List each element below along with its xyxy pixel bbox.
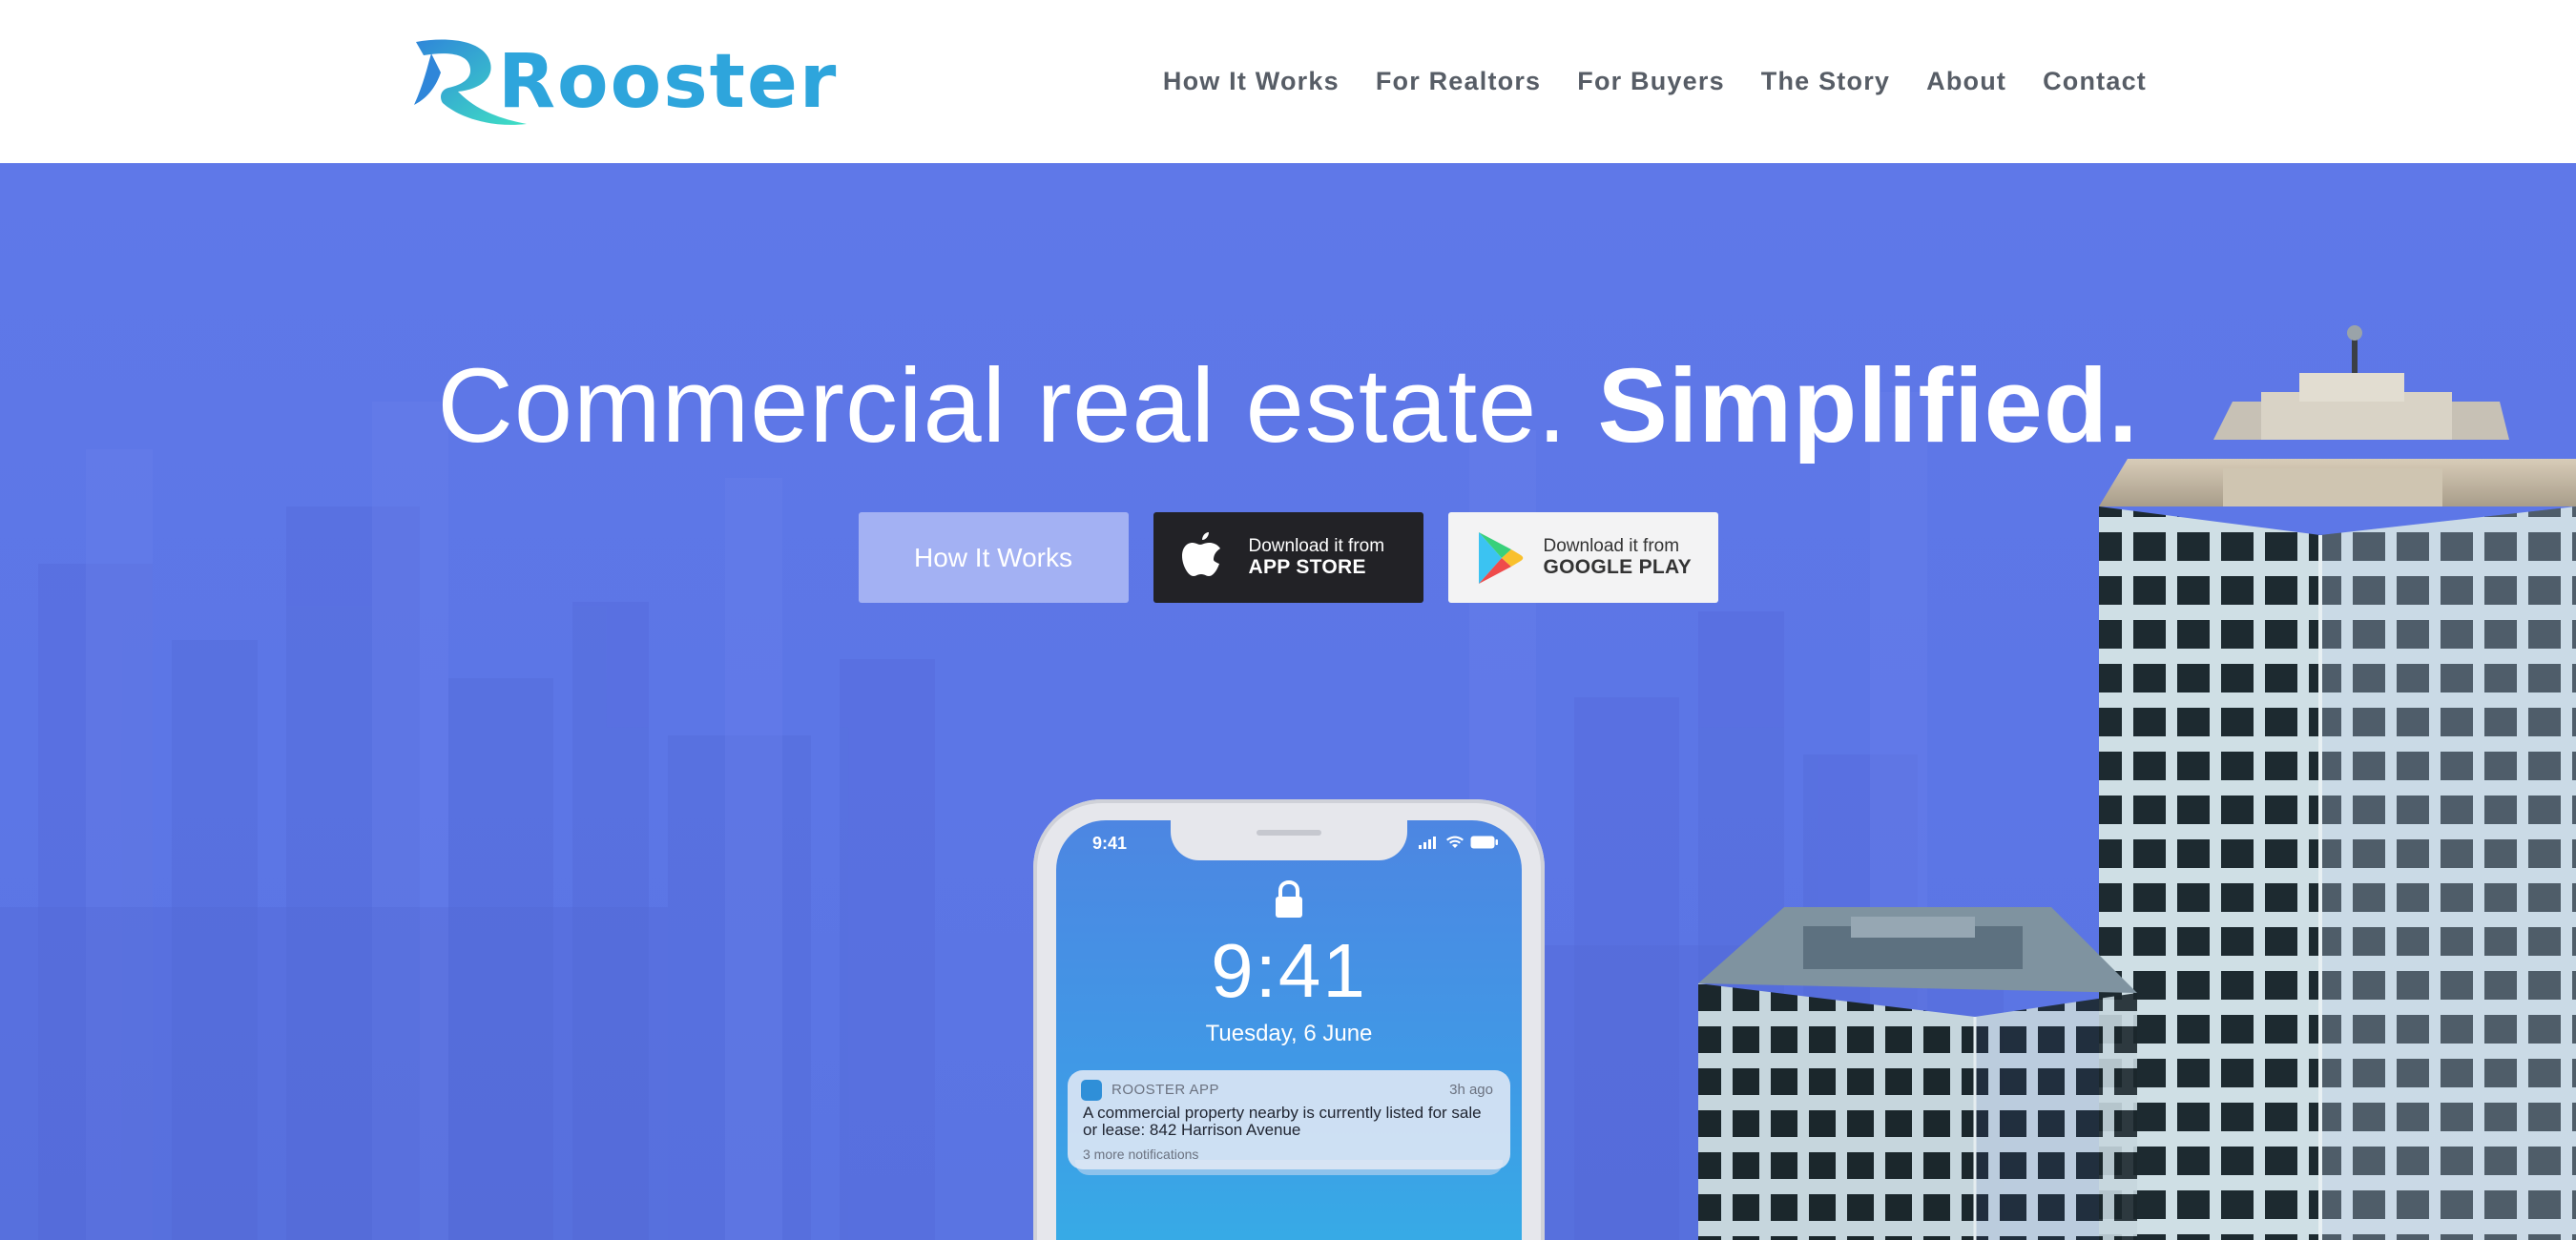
notification-more: 3 more notifications xyxy=(1083,1147,1199,1162)
nav-the-story[interactable]: The Story xyxy=(1761,67,1890,96)
skyscrapers-image xyxy=(1698,325,2576,1240)
notification-card[interactable]: ROOSTER APP 3h ago A commercial property… xyxy=(1068,1070,1510,1169)
phone-screen: 9:41 9:41 Tuesday, 6 June ROOSTER APP 3h… xyxy=(1056,820,1522,1240)
status-bar-time: 9:41 xyxy=(1092,834,1128,853)
logo-wordmark: Rooster xyxy=(498,39,839,125)
app-store-button[interactable]: Download it from APP STORE xyxy=(1153,512,1423,603)
nav-how-it-works[interactable]: How It Works xyxy=(1163,67,1340,96)
nav-for-realtors[interactable]: For Realtors xyxy=(1376,67,1541,96)
wifi-icon xyxy=(1446,836,1464,848)
google-play-icon xyxy=(1478,531,1523,584)
rooster-logo[interactable]: Rooster xyxy=(410,34,836,130)
hero-section: Commercial real estate. Simplified. How … xyxy=(0,163,2576,1240)
site-header: Rooster How It Works For Realtors For Bu… xyxy=(0,0,2576,163)
lock-icon xyxy=(1276,879,1302,918)
notification-app-name: ROOSTER APP xyxy=(1111,1082,1220,1098)
main-nav: How It Works For Realtors For Buyers The… xyxy=(1163,0,2147,163)
phone-notch xyxy=(1171,820,1407,860)
rooster-app-icon xyxy=(1081,1080,1102,1101)
google-play-big-label: GOOGLE PLAY xyxy=(1543,556,1692,579)
google-play-button[interactable]: Download it from GOOGLE PLAY xyxy=(1447,512,1718,603)
hero-title-main: Commercial real estate. xyxy=(437,347,1568,465)
notification-time: 3h ago xyxy=(1449,1082,1493,1098)
lock-screen-date: Tuesday, 6 June xyxy=(1205,1021,1373,1046)
phone-mockup: 9:41 9:41 Tuesday, 6 June ROOSTER APP 3h… xyxy=(1033,799,1545,1240)
status-bar-icons xyxy=(1419,836,1499,849)
nav-contact[interactable]: Contact xyxy=(2043,67,2147,96)
phone-speaker xyxy=(1257,830,1321,836)
app-store-big-label: APP STORE xyxy=(1248,556,1366,579)
lock-screen-time: 9:41 xyxy=(1211,928,1367,1013)
notification-body: A commercial property nearby is currentl… xyxy=(1083,1104,1482,1139)
nav-for-buyers[interactable]: For Buyers xyxy=(1577,67,1725,96)
apple-icon xyxy=(1181,531,1220,576)
battery-icon xyxy=(1470,836,1498,849)
signal-icon xyxy=(1419,837,1436,849)
how-it-works-button[interactable]: How It Works xyxy=(858,512,1129,603)
nav-about[interactable]: About xyxy=(1926,67,2006,96)
app-store-small-label: Download it from xyxy=(1248,535,1385,556)
google-play-small-label: Download it from xyxy=(1543,535,1680,556)
